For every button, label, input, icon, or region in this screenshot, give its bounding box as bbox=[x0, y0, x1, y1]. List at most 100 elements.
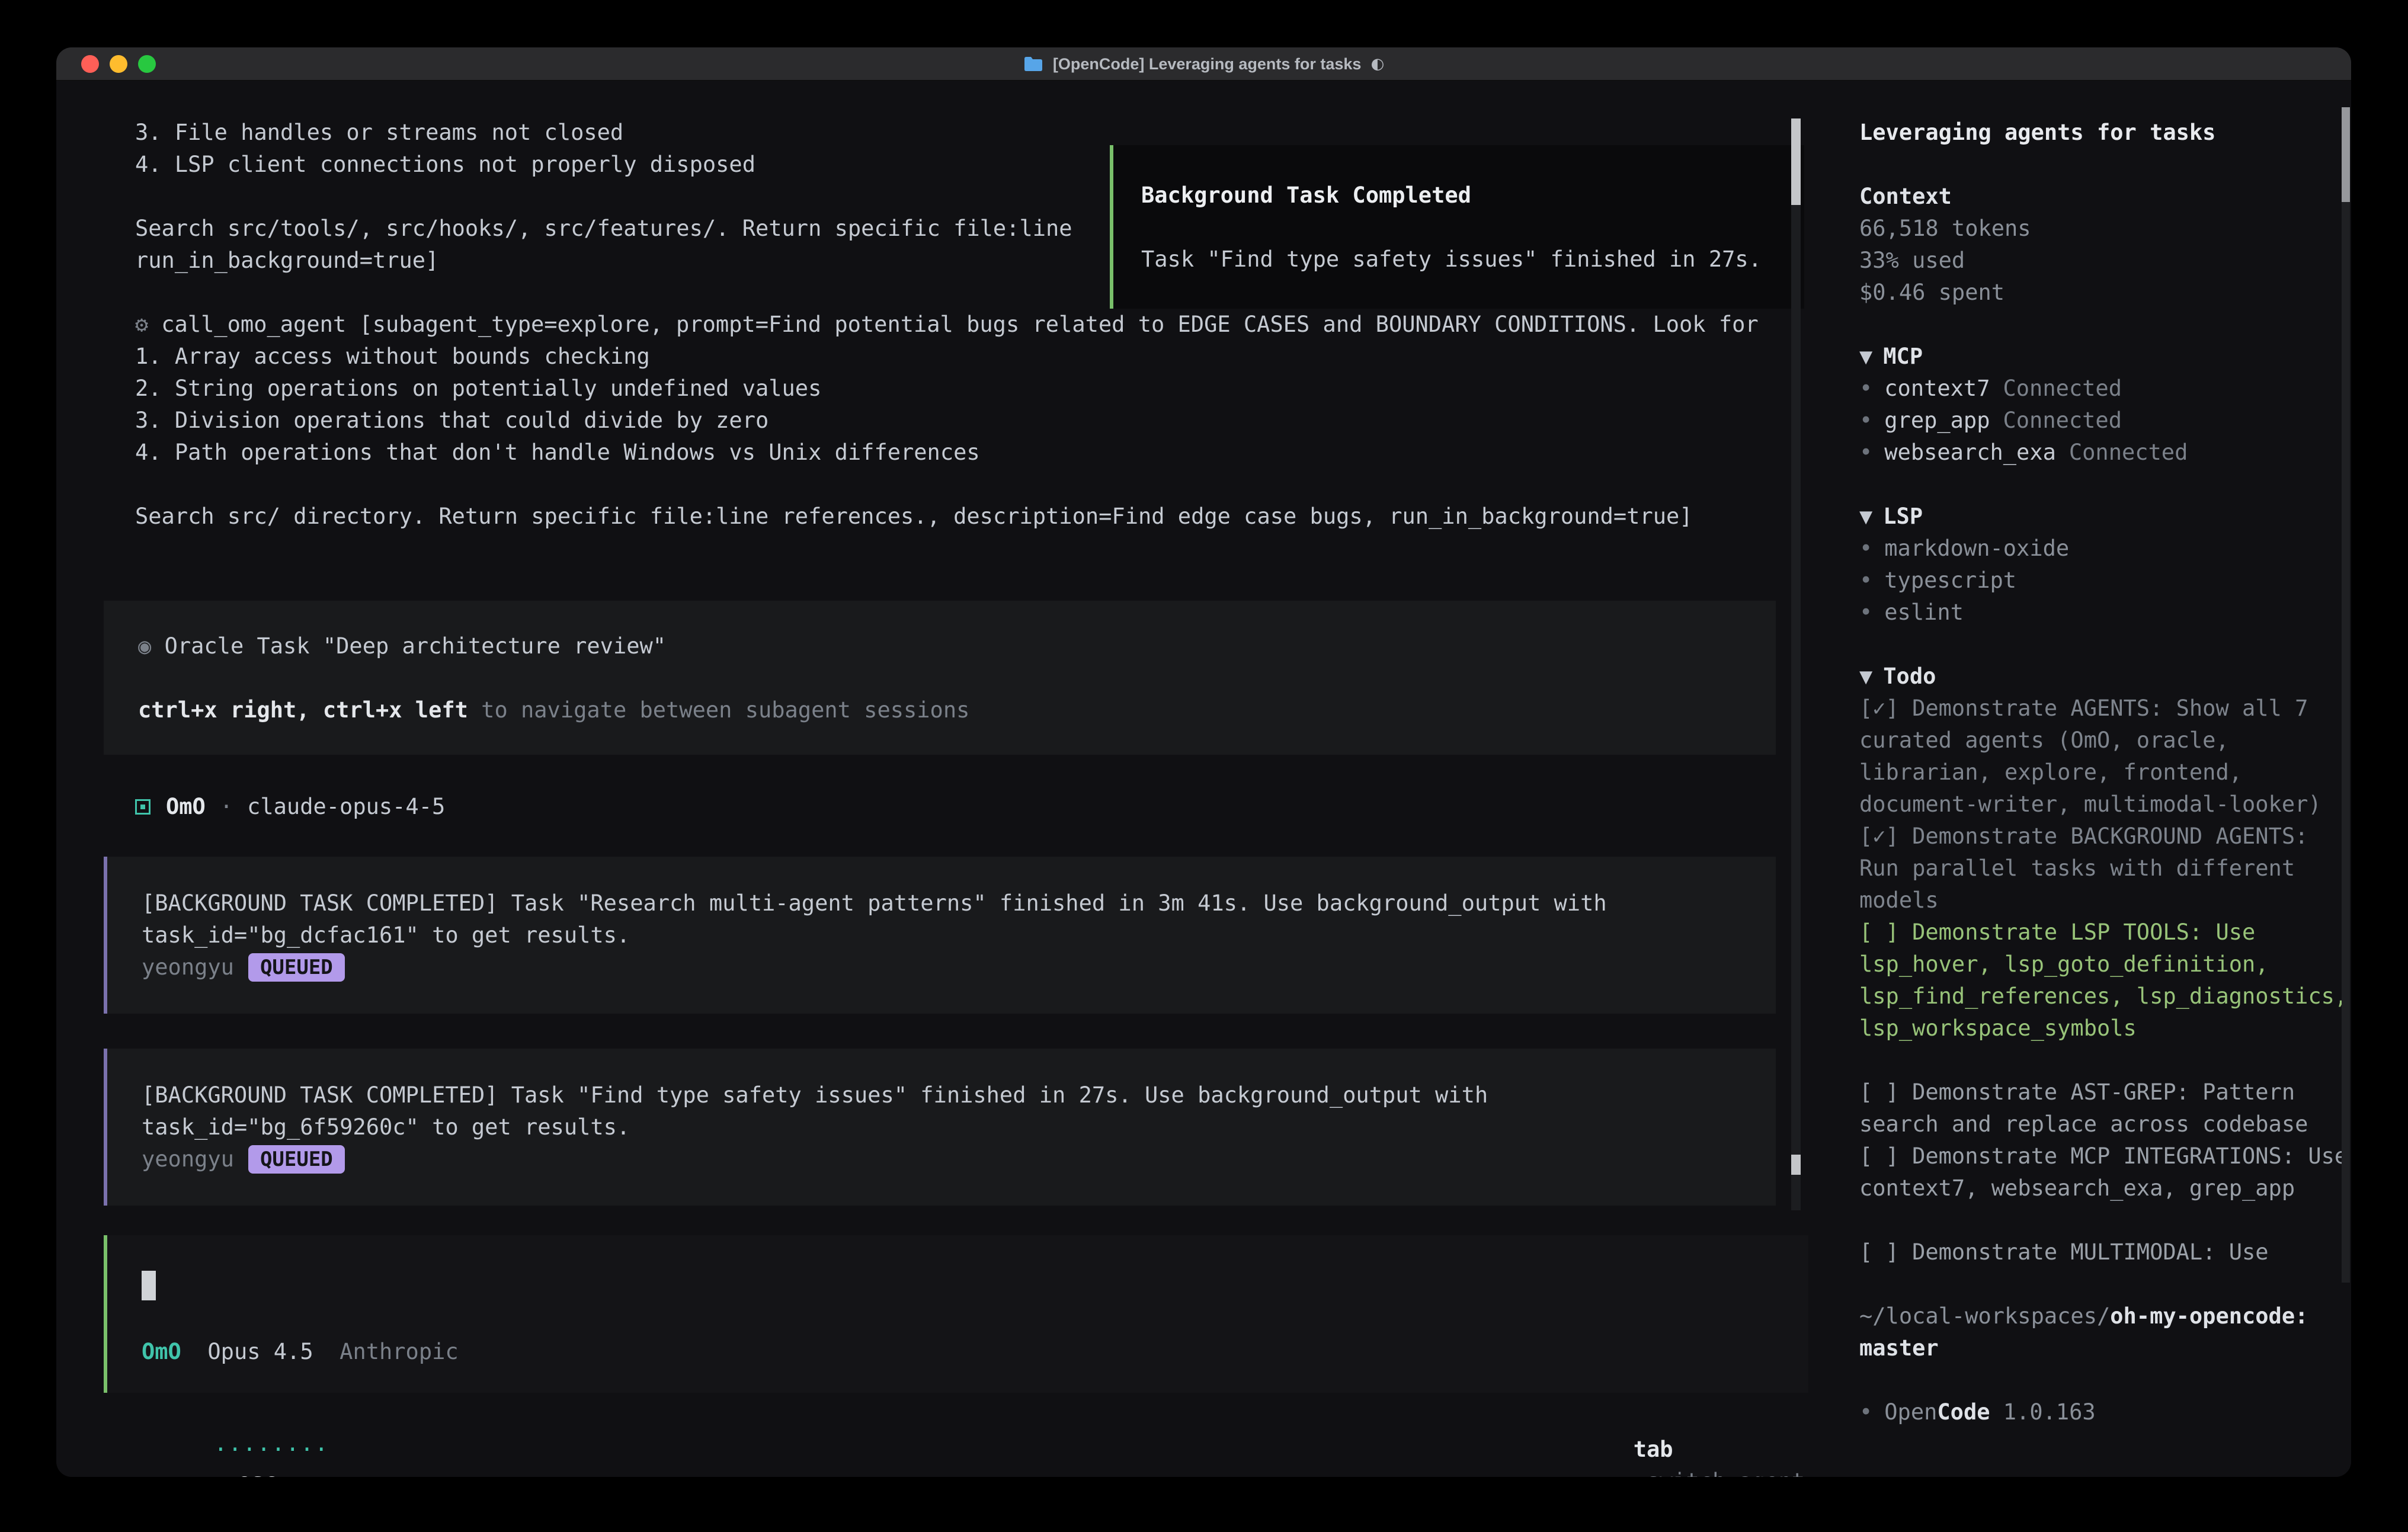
chevron-down-icon: ▼ bbox=[1859, 504, 1872, 529]
record-icon: ◉ bbox=[138, 633, 151, 659]
spacer bbox=[181, 1339, 208, 1364]
agent-icon bbox=[135, 799, 150, 815]
session-progress-icon: ◐ bbox=[1370, 55, 1384, 73]
todo-item: [ ] Demonstrate MULTIMODAL: Use bbox=[1859, 1236, 2351, 1268]
input-meta: OmO Opus 4.5 Anthropic bbox=[142, 1336, 459, 1368]
lsp-item: • markdown-oxide bbox=[1859, 533, 2351, 565]
input-agent-name: OmO bbox=[142, 1339, 181, 1364]
gear-icon: ⚙ bbox=[135, 312, 148, 337]
text-cursor bbox=[142, 1271, 156, 1300]
mcp-section-header[interactable]: ▼ MCP bbox=[1859, 341, 2351, 373]
status-right: tab switch agent ctrl+p commands bbox=[1528, 1402, 1805, 1434]
tab-key-label: switch agent bbox=[1647, 1469, 1805, 1477]
lsp-name: eslint bbox=[1884, 600, 1964, 625]
agent-model: claude-opus-4-5 bbox=[247, 791, 445, 823]
sidebar-scrollbar[interactable] bbox=[2342, 107, 2350, 1283]
context-heading: Context bbox=[1859, 181, 2351, 213]
blank-line bbox=[1859, 1044, 2351, 1076]
blank-line bbox=[1859, 1364, 2351, 1396]
lsp-item: •typescript bbox=[1859, 565, 2351, 597]
message-line: task_id="bg_dcfac161" to get results. bbox=[142, 919, 1776, 951]
folder-icon bbox=[1023, 56, 1043, 72]
bullet-icon: • bbox=[1859, 440, 1872, 465]
esc-key-hint: esc bbox=[238, 1469, 277, 1477]
mcp-name: websearch_exa bbox=[1884, 440, 2056, 465]
blank-line bbox=[138, 662, 1776, 694]
oracle-title-row: ◉ Oracle Task "Deep architecture review" bbox=[138, 630, 1776, 662]
spacer bbox=[313, 1339, 340, 1364]
hint-keys: ctrl+x right, ctrl+x left bbox=[138, 697, 468, 723]
input-model: Opus 4.5 bbox=[207, 1339, 313, 1364]
mcp-item: •context7Connected bbox=[1859, 373, 2351, 405]
navigation-hint: ctrl+x right, ctrl+x left to navigate be… bbox=[138, 694, 1776, 726]
status-bar: ········ esc interrupt tab switch agent … bbox=[108, 1402, 1805, 1434]
terminal-window: [OpenCode] Leveraging agents for tasks ◐… bbox=[56, 47, 2351, 1477]
session-sidebar: Leveraging agents for tasks Context 66,5… bbox=[1836, 81, 2351, 1477]
blank-line bbox=[135, 469, 1765, 501]
spinner-dots: ········ bbox=[214, 1437, 329, 1462]
workspace-path: ~/local-workspaces/oh-my-opencode: bbox=[1859, 1300, 2351, 1332]
todo-item: [✓] Demonstrate AGENTS: Show all 7 curat… bbox=[1859, 693, 2351, 821]
lsp-name: markdown-oxide bbox=[1884, 536, 2069, 561]
oracle-title-text: Oracle Task "Deep architecture review" bbox=[165, 633, 666, 659]
bullet-icon: • bbox=[1859, 536, 1872, 561]
background-task-toast: Background Task Completed Task "Find typ… bbox=[1110, 145, 1804, 309]
main-scrollbar[interactable] bbox=[1791, 118, 1801, 1210]
todo-section-header[interactable]: ▼ Todo bbox=[1859, 661, 2351, 693]
hint-text: to navigate between subagent sessions bbox=[468, 697, 969, 723]
toast-body: Task "Find type safety issues" finished … bbox=[1141, 243, 1804, 275]
background-task-message: [BACKGROUND TASK COMPLETED] Task "Find t… bbox=[104, 1049, 1776, 1206]
message-meta: yeongyu QUEUED bbox=[142, 1143, 1776, 1175]
todo-item: [ ] Demonstrate LSP TOOLS: Use lsp_hover… bbox=[1859, 916, 2351, 1044]
workspace-path-dim: ~/local-workspaces/ bbox=[1859, 1303, 2110, 1329]
tool-call-header: ⚙ call_omo_agent [subagent_type=explore, … bbox=[135, 309, 1765, 341]
window-title: [OpenCode] Leveraging agents for tasks ◐ bbox=[56, 47, 2351, 81]
lsp-heading: LSP bbox=[1883, 504, 1923, 529]
separator-dot: · bbox=[220, 791, 233, 823]
mcp-status: Connected bbox=[2003, 408, 2122, 433]
todo-heading: Todo bbox=[1883, 664, 1936, 689]
bullet-icon: • bbox=[1859, 408, 1872, 433]
mcp-heading: MCP bbox=[1883, 344, 1923, 369]
mcp-item: •websearch_exaConnected bbox=[1859, 437, 2351, 469]
workspace-branch: master bbox=[1859, 1332, 2351, 1364]
session-title: Leveraging agents for tasks bbox=[1859, 117, 2351, 149]
mcp-name: context7 bbox=[1884, 376, 1990, 401]
tool-call-item: 2. String operations on potentially unde… bbox=[135, 373, 1765, 405]
blank-line bbox=[1859, 149, 2351, 181]
conversation-area: 3. File handles or streams not closed 4.… bbox=[56, 81, 1836, 1477]
tool-call-item: 3. Division operations that could divide… bbox=[135, 405, 1765, 437]
scrollbar-thumb[interactable] bbox=[1791, 1155, 1801, 1175]
workspace-repo: oh-my-opencode: bbox=[2110, 1303, 2308, 1329]
blank-line bbox=[1859, 1268, 2351, 1300]
oracle-title bbox=[151, 633, 164, 659]
context-tokens: 66,518 tokens bbox=[1859, 213, 2351, 245]
lsp-section-header[interactable]: ▼ LSP bbox=[1859, 501, 2351, 533]
scrollbar-thumb[interactable] bbox=[1791, 118, 1801, 205]
bullet-icon: • bbox=[1859, 1399, 1872, 1425]
mcp-status: Connected bbox=[2003, 376, 2122, 401]
prompt-input[interactable]: OmO Opus 4.5 Anthropic bbox=[104, 1235, 1808, 1393]
scrollbar-thumb[interactable] bbox=[2342, 107, 2350, 202]
app-name-bold: Code bbox=[1937, 1399, 1990, 1425]
tool-call-item: 4. Path operations that don't handle Win… bbox=[135, 437, 1765, 469]
todo-item: [ ] Demonstrate AST-GREP: Pattern search… bbox=[1859, 1076, 2351, 1140]
mcp-item: • grep_app Connected bbox=[1859, 405, 2351, 437]
window-titlebar[interactable]: [OpenCode] Leveraging agents for tasks ◐ bbox=[56, 47, 2351, 81]
agent-name: OmO bbox=[166, 791, 206, 823]
message-line: task_id="bg_6f59260c" to get results. bbox=[142, 1111, 1776, 1143]
app-version: 1.0.163 bbox=[1990, 1399, 2096, 1425]
todo-item: [ ] Demonstrate MCP INTEGRATIONS: Use co… bbox=[1859, 1140, 2351, 1204]
todo-item: [✓] Demonstrate BACKGROUND AGENTS: Run p… bbox=[1859, 821, 2351, 916]
tool-call-item: 1. Array access without bounds checking bbox=[135, 341, 1765, 373]
background-task-message: [BACKGROUND TASK COMPLETED] Task "Resear… bbox=[104, 857, 1776, 1014]
context-spent: $0.46 spent bbox=[1859, 277, 2351, 309]
scrollback-line: 3. File handles or streams not closed bbox=[135, 117, 1765, 149]
message-line: [BACKGROUND TASK COMPLETED] Task "Find t… bbox=[142, 1079, 1776, 1111]
blank-line bbox=[1859, 1204, 2351, 1236]
tool-call-text: call_omo_agent [subagent_type=explore, p… bbox=[161, 312, 1758, 337]
chevron-down-icon: ▼ bbox=[1859, 664, 1872, 689]
chevron-down-icon: ▼ bbox=[1859, 344, 1872, 369]
mcp-name: grep_app bbox=[1884, 408, 1990, 433]
queued-badge: QUEUED bbox=[248, 1145, 345, 1174]
